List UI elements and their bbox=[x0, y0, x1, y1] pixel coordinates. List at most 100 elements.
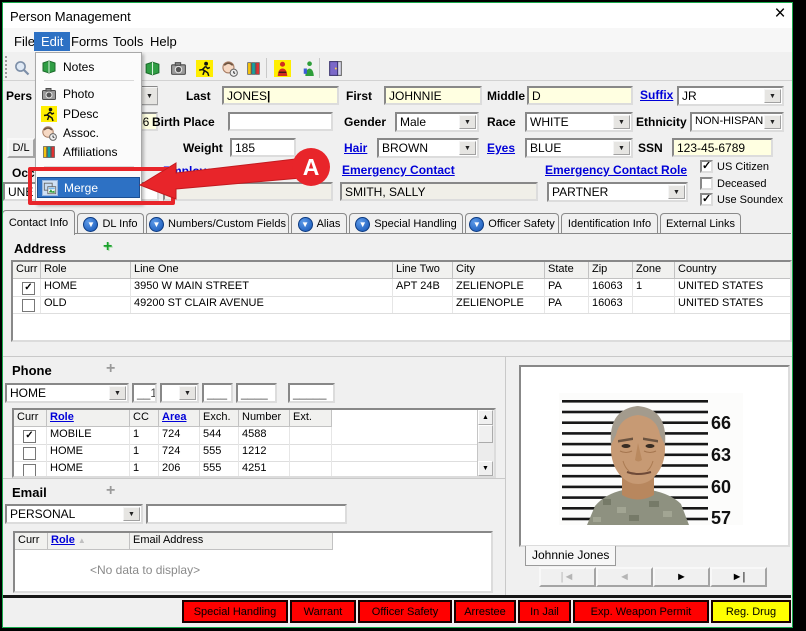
search-icon[interactable] bbox=[11, 57, 33, 79]
address-row[interactable]: ✓ HOME 3950 W MAIN STREET APT 24B ZELIEN… bbox=[13, 279, 790, 297]
add-phone-icon[interactable]: + bbox=[106, 362, 115, 376]
curr-checkbox[interactable] bbox=[22, 299, 35, 312]
ethnicity-dropdown-icon[interactable]: ▼ bbox=[764, 115, 781, 129]
phone-small-dropdown-icon[interactable]: ▼ bbox=[179, 386, 196, 400]
person-type-dropdown-icon[interactable]: ▼ bbox=[141, 87, 158, 105]
status-exp-weapon-permit[interactable]: Exp. Weapon Permit bbox=[573, 600, 709, 623]
nav-first-button[interactable]: |◄ bbox=[539, 567, 596, 587]
exit-door-icon[interactable] bbox=[324, 57, 346, 79]
status-in-jail[interactable]: In Jail bbox=[518, 600, 571, 623]
nav-next-button[interactable]: ► bbox=[653, 567, 710, 587]
phone-header-number[interactable]: Number bbox=[239, 410, 290, 427]
suffix-dropdown-icon[interactable]: ▼ bbox=[764, 89, 781, 103]
arrest-toolbar-icon[interactable] bbox=[271, 57, 293, 79]
phone-header-area[interactable]: Area bbox=[159, 410, 200, 427]
phone-header-curr[interactable]: Curr bbox=[14, 410, 47, 427]
email-header-role[interactable]: Role ▲ bbox=[48, 533, 130, 550]
add-address-icon[interactable]: + bbox=[103, 240, 112, 254]
address-header-zone[interactable]: Zone bbox=[633, 262, 675, 279]
emergency-role-dropdown-icon[interactable]: ▼ bbox=[668, 185, 685, 199]
ethnicity-combo[interactable]: NON-HISPANIC▼ bbox=[690, 112, 784, 132]
phone-scrollbar[interactable]: ▲ ▼ bbox=[477, 410, 494, 476]
menu-item-notes[interactable]: Notes bbox=[37, 57, 140, 76]
status-reg-drug[interactable]: Reg. Drug bbox=[711, 600, 791, 623]
phone-type-combo[interactable]: HOME▼ bbox=[5, 383, 129, 403]
phone-type-dropdown-icon[interactable]: ▼ bbox=[109, 386, 126, 400]
emergency-contact-role-link[interactable]: Emergency Contact Role bbox=[545, 163, 687, 177]
phone-area-input[interactable]: ___ bbox=[202, 383, 233, 403]
emergency-contact-role-combo[interactable]: PARTNER▼ bbox=[547, 182, 688, 202]
suffix-link[interactable]: Suffix bbox=[640, 88, 673, 102]
email-type-dropdown-icon[interactable]: ▼ bbox=[123, 507, 140, 521]
address-row[interactable]: OLD 49200 ST CLAIR AVENUE ZELIENOPLE PA … bbox=[13, 296, 790, 314]
address-header-country[interactable]: Country bbox=[675, 262, 790, 279]
tab-contact-info[interactable]: Contact Info bbox=[2, 210, 75, 235]
notes-toolbar-icon[interactable] bbox=[141, 57, 163, 79]
phone-header-cc[interactable]: CC bbox=[130, 410, 159, 427]
race-combo[interactable]: WHITE▼ bbox=[525, 112, 633, 132]
menu-forms[interactable]: Forms bbox=[66, 32, 113, 51]
address-header-line-one[interactable]: Line One bbox=[131, 262, 393, 279]
tab-officer-safety[interactable]: ▼Officer Safety bbox=[465, 213, 559, 234]
last-name-field[interactable]: JONES| bbox=[222, 86, 339, 105]
use-soundex-checkbox[interactable]: ✓ bbox=[700, 193, 713, 206]
nav-last-button[interactable]: ►| bbox=[710, 567, 767, 587]
emergency-contact-field[interactable]: SMITH, SALLY bbox=[340, 182, 538, 201]
phone-exch-input[interactable]: ____ bbox=[236, 383, 277, 403]
deceased-checkbox[interactable] bbox=[700, 177, 713, 190]
tab-alias[interactable]: ▼Alias bbox=[291, 213, 347, 234]
hair-link[interactable]: Hair bbox=[344, 141, 367, 155]
status-special-handling[interactable]: Special Handling bbox=[182, 600, 288, 623]
affiliations-toolbar-icon[interactable] bbox=[242, 57, 264, 79]
assoc-toolbar-icon[interactable] bbox=[218, 57, 240, 79]
menu-edit[interactable]: Edit bbox=[34, 32, 70, 51]
tab-numbers-custom-fields[interactable]: ▼Numbers/Custom Fields bbox=[146, 213, 289, 234]
hair-dropdown-icon[interactable]: ▼ bbox=[459, 141, 476, 155]
first-name-field[interactable]: JOHNNIE bbox=[384, 86, 482, 105]
phone-row[interactable]: HOME 1 206 555 4251 bbox=[14, 461, 478, 478]
email-header-curr[interactable]: Curr bbox=[15, 533, 48, 550]
menu-tools[interactable]: Tools bbox=[108, 32, 148, 51]
menu-item-affiliations[interactable]: Affiliations bbox=[37, 142, 140, 161]
hair-combo[interactable]: BROWN▼ bbox=[377, 138, 479, 158]
close-button[interactable]: × bbox=[768, 4, 792, 24]
emergency-contact-link[interactable]: Emergency Contact bbox=[342, 163, 455, 177]
address-header-curr[interactable]: Curr bbox=[13, 262, 41, 279]
menu-item-assoc[interactable]: Assoc. bbox=[37, 123, 140, 142]
status-arrestee[interactable]: Arrestee bbox=[454, 600, 516, 623]
scroll-thumb[interactable] bbox=[478, 425, 493, 443]
person-toolbar-icon[interactable] bbox=[297, 57, 319, 79]
tab-identification-info[interactable]: Identification Info bbox=[561, 213, 658, 234]
address-header-role[interactable]: Role bbox=[41, 262, 131, 279]
address-header-line-two[interactable]: Line Two bbox=[393, 262, 453, 279]
eyes-combo[interactable]: BLUE▼ bbox=[525, 138, 633, 158]
eyes-dropdown-icon[interactable]: ▼ bbox=[613, 141, 630, 155]
address-header-zip[interactable]: Zip bbox=[589, 262, 633, 279]
us-citizen-checkbox[interactable]: ✓ bbox=[700, 160, 713, 173]
curr-checkbox[interactable]: ✓ bbox=[23, 430, 36, 443]
suffix-combo[interactable]: JR▼ bbox=[677, 86, 784, 106]
address-header-city[interactable]: City bbox=[453, 262, 545, 279]
phone-cc-input[interactable]: __1 bbox=[132, 383, 157, 403]
scroll-up-icon[interactable]: ▲ bbox=[478, 410, 493, 425]
tab-dl-info[interactable]: ▼DL Info bbox=[77, 213, 144, 234]
middle-name-field[interactable]: D bbox=[527, 86, 633, 105]
status-warrant[interactable]: Warrant bbox=[290, 600, 356, 623]
phone-row[interactable]: ✓ MOBILE 1 724 544 4588 bbox=[14, 427, 478, 445]
race-dropdown-icon[interactable]: ▼ bbox=[613, 115, 630, 129]
tab-external-links[interactable]: External Links bbox=[660, 213, 741, 234]
curr-checkbox[interactable]: ✓ bbox=[22, 282, 35, 295]
phone-number-input[interactable]: _____ bbox=[288, 383, 335, 403]
email-header-address[interactable]: Email Address bbox=[130, 533, 333, 550]
dl-button[interactable]: D/L bbox=[7, 138, 35, 158]
scroll-down-icon[interactable]: ▼ bbox=[478, 461, 493, 476]
add-email-icon[interactable]: + bbox=[106, 484, 115, 498]
phone-row[interactable]: HOME 1 724 555 1212 bbox=[14, 444, 478, 462]
phone-header-role[interactable]: Role bbox=[47, 410, 130, 427]
curr-checkbox[interactable] bbox=[23, 464, 36, 477]
email-address-input[interactable] bbox=[146, 504, 347, 524]
gender-combo[interactable]: Male▼ bbox=[395, 112, 479, 132]
menu-item-photo[interactable]: Photo bbox=[37, 84, 140, 103]
phone-header-ext[interactable]: Ext. bbox=[290, 410, 332, 427]
address-header-state[interactable]: State bbox=[545, 262, 589, 279]
